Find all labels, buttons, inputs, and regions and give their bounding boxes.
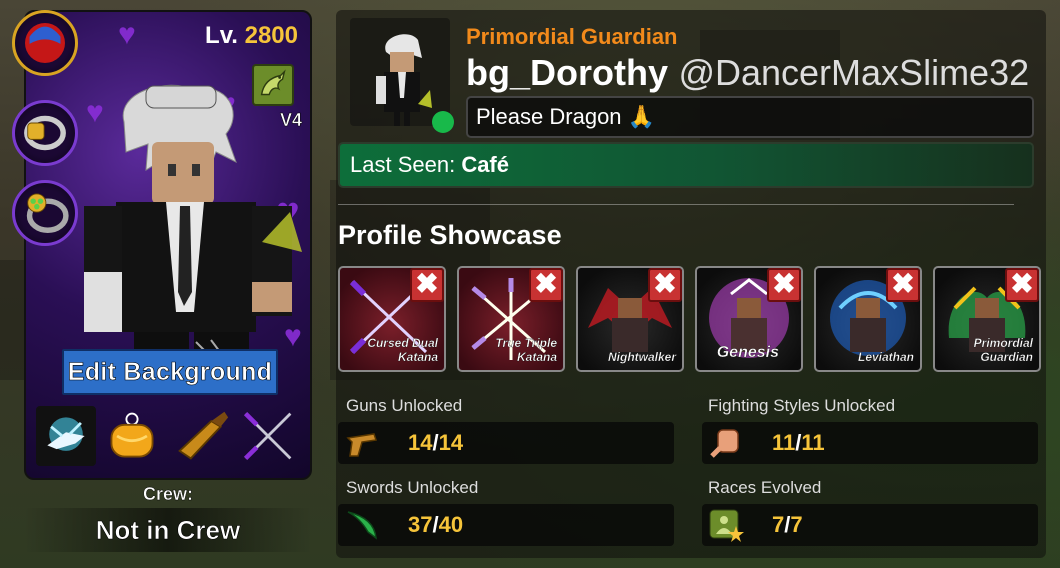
swords-total: 40: [438, 512, 464, 537]
showcase-item-primordial-guardian[interactable]: Primordial Guardian ✖: [933, 266, 1041, 372]
showcase-item-cursed-dual-katana[interactable]: Cursed Dual Katana ✖: [338, 266, 446, 372]
divider: [338, 204, 1014, 205]
races-evolved-label: Races Evolved: [708, 478, 822, 497]
swords-unlocked-label: Swords Unlocked: [346, 478, 479, 497]
profile-picture: [350, 18, 450, 126]
player-title: Primordial Guardian: [466, 24, 678, 49]
level-prefix: Lv.: [205, 22, 238, 49]
fist-icon: [710, 429, 739, 458]
races-have: 7: [772, 512, 785, 537]
showcase-item-true-triple-katana[interactable]: True Triple Katana ✖: [457, 266, 565, 372]
showcase-item-label: Cursed Dual Katana: [367, 336, 438, 364]
accessory-ring-icon[interactable]: [12, 180, 78, 246]
race-ring-icon[interactable]: [12, 10, 78, 76]
showcase-item-nightwalker[interactable]: Nightwalker ✖: [576, 266, 684, 372]
fighting-styles-bar: 11/11: [702, 422, 1038, 464]
fighting-style-icon: [47, 417, 85, 451]
edit-background-button[interactable]: Edit Background: [62, 349, 278, 395]
gun-slot[interactable]: [172, 406, 232, 466]
name-row: bg_Dorothy @DancerMaxSlime32: [466, 52, 1029, 94]
fighting-styles-value: 11/11: [772, 422, 825, 464]
guns-unlocked-value: 14/14: [408, 422, 463, 464]
showcase-item-genesis[interactable]: Genesis ✖: [695, 266, 803, 372]
guns-unlocked-bar: 14/14: [338, 422, 674, 464]
guns-unlocked-label: Guns Unlocked: [346, 396, 463, 415]
remove-button[interactable]: ✖: [886, 268, 920, 302]
fighting-styles-label: Fighting Styles Unlocked: [708, 396, 896, 415]
crew-label: Crew:: [142, 484, 193, 504]
swords-have: 37: [408, 512, 433, 537]
sword-icon: [243, 411, 292, 461]
guns-have: 14: [408, 430, 433, 455]
player-level: Lv. 2800: [205, 22, 298, 50]
showcase-item-leviathan[interactable]: Leviathan ✖: [814, 266, 922, 372]
username: @DancerMaxSlime32: [678, 52, 1030, 93]
fighting-style-slot[interactable]: [36, 406, 96, 466]
races-evolved-bar: 7/7: [702, 504, 1038, 546]
showcase-item-label: Nightwalker: [607, 350, 676, 364]
level-value: 2800: [244, 22, 298, 49]
online-status-dot: [432, 111, 454, 133]
guns-total: 14: [438, 430, 464, 455]
races-total: 7: [790, 512, 803, 537]
showcase-item-label: Leviathan: [857, 350, 914, 364]
crew-value: Not in Crew: [24, 508, 312, 552]
remove-button[interactable]: ✖: [529, 268, 563, 302]
devil-fruit-icon: [110, 412, 154, 458]
character-card: ♥ ♥ ♥ ♥ ♥ Lv. 2800 V4 Edi: [24, 10, 312, 480]
pistol-icon: [346, 433, 377, 457]
remove-button[interactable]: ✖: [410, 268, 444, 302]
swords-unlocked-value: 37/40: [408, 504, 463, 546]
remove-button[interactable]: ✖: [648, 268, 682, 302]
avatar-render: [84, 84, 302, 382]
remove-button[interactable]: ✖: [1005, 268, 1039, 302]
last-seen-label: Last Seen:: [350, 152, 456, 177]
heart-decoration: ♥: [118, 18, 136, 51]
remove-button[interactable]: ✖: [767, 268, 801, 302]
display-name: bg_Dorothy: [466, 52, 668, 93]
showcase-item-label: True Triple Katana: [495, 336, 557, 364]
showcase-item-label: Primordial Guardian: [973, 336, 1033, 364]
showcase-item-label: Genesis: [716, 344, 780, 361]
race-star-icon: [709, 509, 744, 542]
gear-ring-icon[interactable]: [12, 100, 78, 166]
showcase-title: Profile Showcase: [338, 220, 562, 250]
green-sword-icon: [347, 511, 377, 540]
devil-fruit-slot[interactable]: [102, 406, 162, 466]
last-seen-bar: Last Seen: Café: [338, 142, 1034, 188]
fighting-styles-total: 11: [801, 430, 825, 455]
sword-slot[interactable]: [238, 406, 298, 466]
races-evolved-value: 7/7: [772, 504, 803, 546]
bio-text: Please Dragon 🙏: [466, 96, 1034, 138]
last-seen-value: Café: [461, 152, 509, 177]
fighting-styles-have: 11: [772, 430, 796, 455]
swords-unlocked-bar: 37/40: [338, 504, 674, 546]
gun-icon: [178, 411, 229, 460]
